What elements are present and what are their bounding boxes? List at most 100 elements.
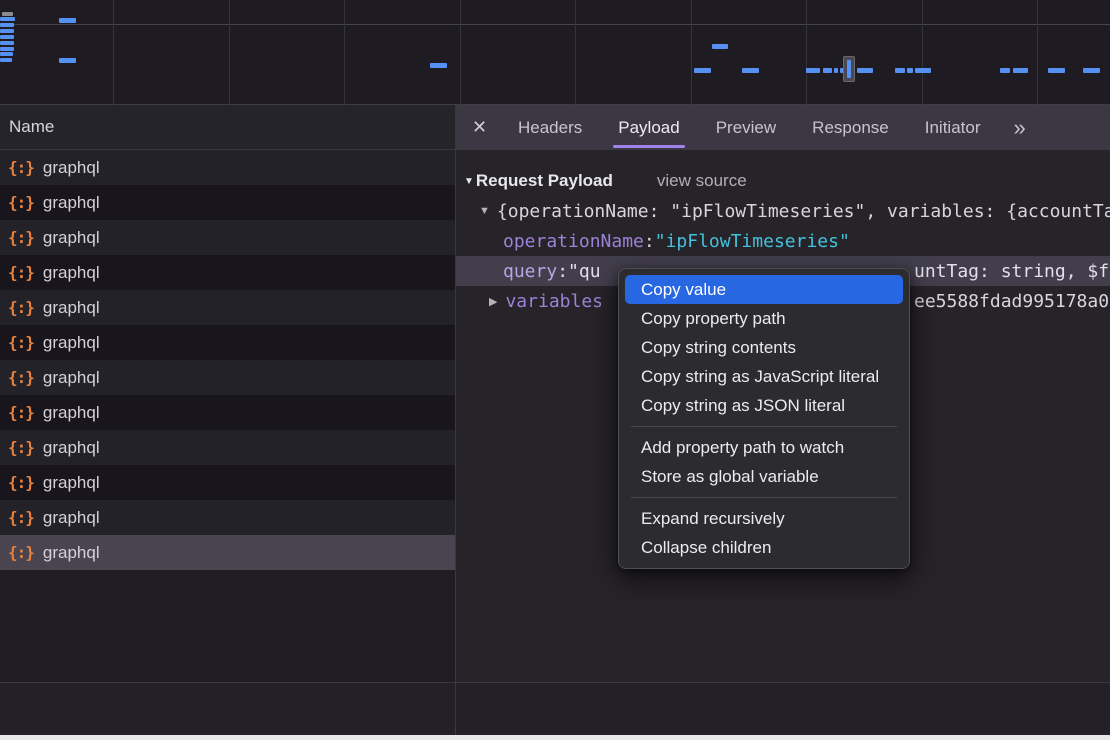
- waterfall-bar: [1048, 68, 1065, 73]
- waterfall-bar: [1013, 68, 1028, 73]
- waterfall-bar: [694, 68, 711, 73]
- request-list-panel: Name {:} graphql {:} graphql {:} graphql {:} gr…: [0, 105, 455, 735]
- request-name: graphql: [43, 403, 100, 423]
- json-request-icon: {:}: [8, 508, 34, 527]
- request-row[interactable]: {:} graphql: [0, 360, 455, 395]
- section-title: Request Payload: [476, 171, 613, 191]
- waterfall-bar: [0, 41, 14, 45]
- overview-gridline: [922, 0, 923, 105]
- network-overview-strip[interactable]: [0, 0, 1110, 105]
- waterfall-bar: [857, 68, 873, 73]
- property-value-right: untTag: string, $f: [914, 256, 1109, 286]
- menu-item-store-as-global-variable[interactable]: Store as global variable: [625, 462, 903, 491]
- json-request-icon: {:}: [8, 158, 34, 177]
- waterfall-bar: [712, 44, 728, 49]
- waterfall-bar: [907, 68, 913, 73]
- request-row[interactable]: {:}graphql: [0, 500, 455, 535]
- request-name: graphql: [43, 368, 100, 388]
- payload-root-row[interactable]: ▼ {operationName: "ipFlowTimeseries", va…: [456, 196, 1110, 226]
- json-request-icon: {:}: [8, 438, 34, 457]
- waterfall-bar: [806, 68, 820, 73]
- request-row[interactable]: {:}graphql: [0, 395, 455, 430]
- expand-icon[interactable]: ▶: [489, 295, 497, 308]
- json-request-icon: {:}: [8, 298, 34, 317]
- key-separator: :: [557, 261, 568, 282]
- request-row[interactable]: {:}graphql: [0, 220, 455, 255]
- detail-tabbar: ✕ HeadersPayloadPreviewResponseInitiator…: [456, 105, 1110, 150]
- menu-item-copy-string-as-javascript-literal[interactable]: Copy string as JavaScript literal: [625, 362, 903, 391]
- overview-gridline: [691, 0, 692, 105]
- name-column-label: Name: [9, 117, 54, 137]
- waterfall-bar: [0, 47, 14, 51]
- json-request-icon: {:}: [8, 473, 34, 492]
- overview-gridline: [344, 0, 345, 105]
- overview-divider-line: [0, 24, 1110, 25]
- devtools-network-panel: Name {:} graphql {:} graphql {:} graphql {:} gr…: [0, 0, 1110, 740]
- waterfall-bar: [1000, 68, 1010, 73]
- selected-request-marker: [843, 56, 855, 82]
- property-value-right: ee5588fdad995178a0: [914, 286, 1109, 316]
- property-key: variables: [505, 291, 603, 312]
- request-row[interactable]: {:}graphql: [0, 150, 455, 185]
- json-request-icon: {:}: [8, 368, 34, 387]
- request-row[interactable]: {:}graphql: [0, 255, 455, 290]
- request-row[interactable]: {:}graphql: [0, 290, 455, 325]
- overview-gridline: [229, 0, 230, 105]
- overview-gridline: [113, 0, 114, 105]
- detail-panel-footer: [456, 682, 1110, 735]
- waterfall-bar: [0, 23, 14, 27]
- key-separator: :: [644, 231, 655, 252]
- overview-gridline: [460, 0, 461, 105]
- waterfall-bar: [430, 63, 447, 68]
- waterfall-bar: [0, 52, 13, 56]
- request-row[interactable]: {:}graphql: [0, 430, 455, 465]
- request-row[interactable]: {:} graphql: [0, 325, 455, 360]
- menu-item-collapse-children[interactable]: Collapse children: [625, 533, 903, 562]
- tab-payload[interactable]: Payload: [603, 105, 694, 150]
- property-value: "ipFlowTimeseries": [655, 231, 850, 252]
- json-request-icon: {:}: [8, 333, 34, 352]
- more-tabs-icon[interactable]: »: [1001, 105, 1037, 150]
- menu-item-copy-string-as-json-literal[interactable]: Copy string as JSON literal: [625, 391, 903, 420]
- request-name: graphql: [43, 473, 100, 493]
- waterfall-bar: [0, 35, 14, 39]
- selected-request-tick: [847, 60, 851, 78]
- waterfall-bar: [59, 58, 76, 63]
- request-list-footer: [0, 682, 455, 735]
- menu-item-copy-value[interactable]: Copy value: [625, 275, 903, 304]
- waterfall-bar: [742, 68, 759, 73]
- waterfall-bar: [59, 18, 76, 23]
- window-bottom-edge: [0, 735, 1110, 740]
- name-column-header[interactable]: Name: [0, 105, 455, 150]
- request-name: graphql: [43, 543, 100, 563]
- json-request-icon: {:}: [8, 193, 34, 212]
- json-request-icon: {:}: [8, 263, 34, 282]
- collapse-icon[interactable]: ▼: [479, 205, 490, 217]
- context-menu: Copy valueCopy property pathCopy string …: [618, 268, 910, 569]
- waterfall-bar: [2, 12, 13, 16]
- request-name: graphql: [43, 228, 100, 248]
- property-key: operationName: [503, 231, 644, 252]
- tab-headers[interactable]: Headers: [503, 105, 597, 150]
- request-row-selected[interactable]: {:}graphql: [0, 535, 455, 570]
- overview-gridline: [1037, 0, 1038, 105]
- waterfall-bar: [0, 58, 12, 62]
- waterfall-bar: [915, 68, 931, 73]
- menu-separator: [631, 497, 897, 498]
- tab-response[interactable]: Response: [797, 105, 904, 150]
- tab-initiator[interactable]: Initiator: [910, 105, 996, 150]
- tab-preview[interactable]: Preview: [701, 105, 791, 150]
- view-source-link[interactable]: view source: [657, 171, 747, 191]
- operation-name-row[interactable]: operationName: "ipFlowTimeseries": [456, 226, 1110, 256]
- section-collapse-icon[interactable]: ▼: [464, 176, 474, 187]
- property-key: query: [503, 261, 557, 282]
- request-row[interactable]: {:}graphql: [0, 185, 455, 220]
- menu-item-expand-recursively[interactable]: Expand recursively: [625, 504, 903, 533]
- close-icon[interactable]: ✕: [456, 105, 503, 150]
- request-row[interactable]: {:} graphql: [0, 465, 455, 500]
- payload-root-preview: {operationName: "ipFlowTimeseries", vari…: [497, 201, 1110, 222]
- request-name: graphql: [43, 333, 100, 353]
- menu-item-add-property-path-to-watch[interactable]: Add property path to watch: [625, 433, 903, 462]
- menu-item-copy-property-path[interactable]: Copy property path: [625, 304, 903, 333]
- menu-item-copy-string-contents[interactable]: Copy string contents: [625, 333, 903, 362]
